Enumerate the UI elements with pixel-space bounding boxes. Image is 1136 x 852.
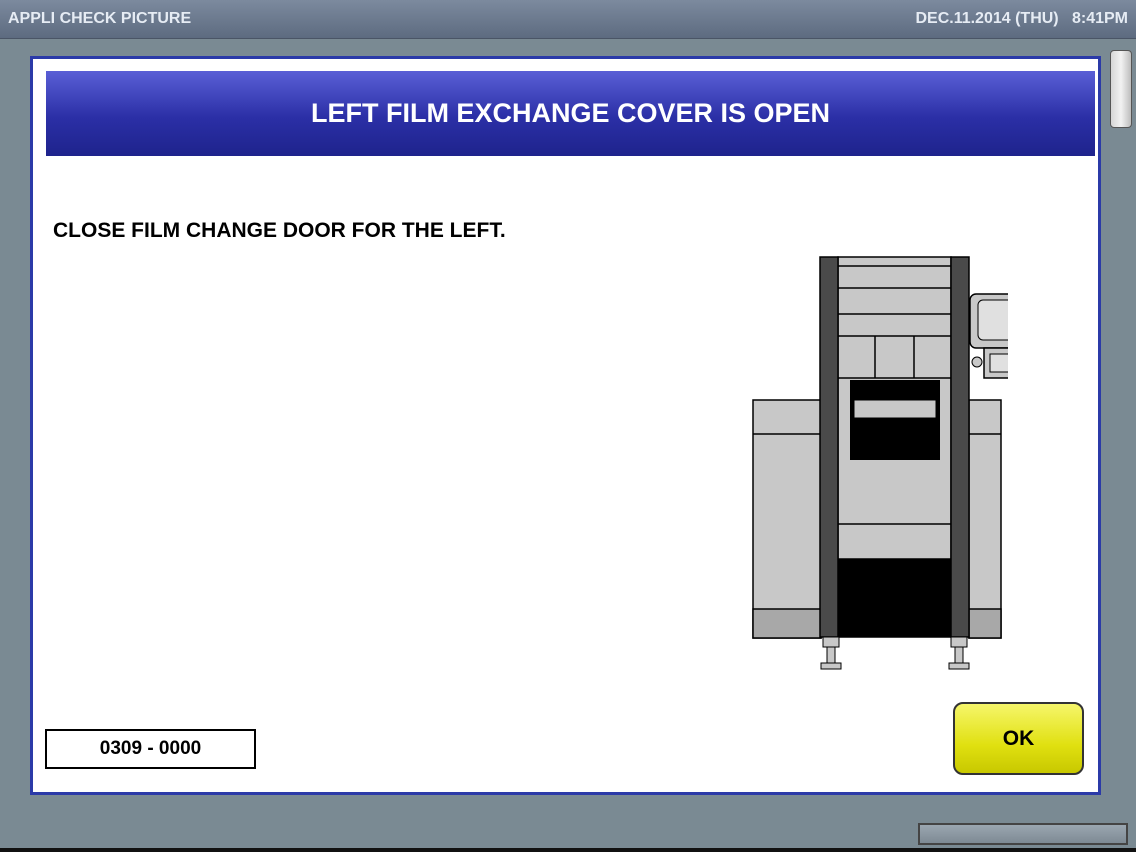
status-indicator-bar bbox=[918, 823, 1128, 845]
bottom-frame bbox=[0, 848, 1136, 852]
scrollbar-thumb[interactable] bbox=[1110, 50, 1132, 128]
machine-illustration bbox=[752, 256, 1008, 670]
scrollbar[interactable] bbox=[1108, 46, 1134, 786]
date-time: DEC.11.2014 (THU) 8:41PM bbox=[915, 10, 1128, 27]
dialog-title: LEFT FILM EXCHANGE COVER IS OPEN bbox=[46, 71, 1095, 156]
ok-button[interactable]: OK bbox=[953, 702, 1084, 775]
instruction-message: CLOSE FILM CHANGE DOOR FOR THE LEFT. bbox=[53, 219, 506, 242]
alert-dialog: LEFT FILM EXCHANGE COVER IS OPEN CLOSE F… bbox=[30, 56, 1101, 795]
app-title: APPLI CHECK PICTURE bbox=[8, 10, 192, 27]
top-status-bar: APPLI CHECK PICTURE DEC.11.2014 (THU) 8:… bbox=[0, 0, 1136, 39]
error-code: 0309 - 0000 bbox=[45, 729, 256, 769]
